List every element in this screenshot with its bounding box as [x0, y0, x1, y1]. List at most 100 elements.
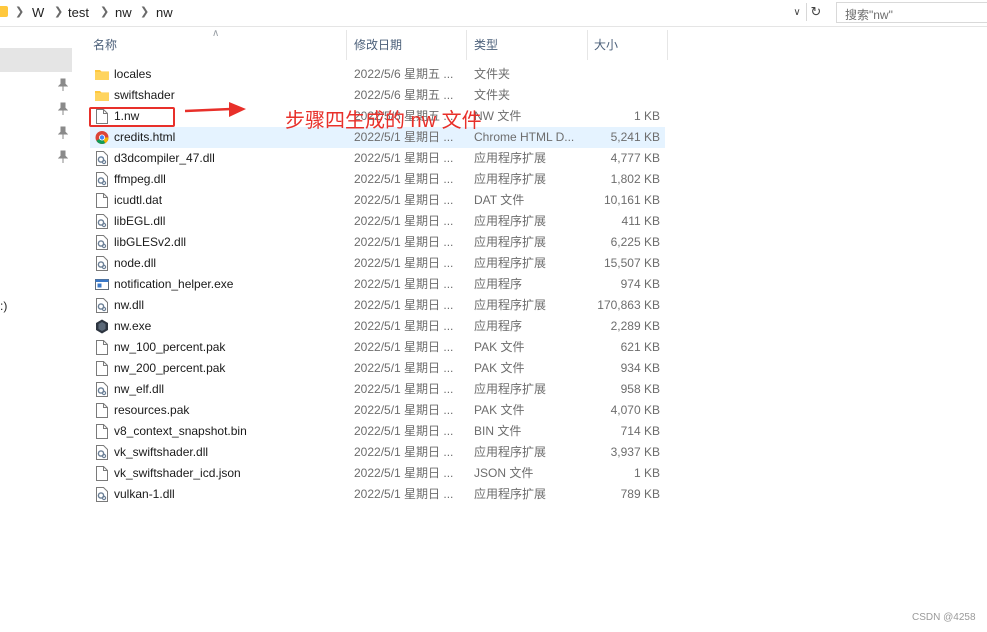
- file-name[interactable]: notification_helper.exe: [114, 274, 346, 295]
- file-name[interactable]: node.dll: [114, 253, 346, 274]
- column-divider[interactable]: [466, 30, 467, 60]
- file-row[interactable]: node.dll 2022/5/1 星期日 ... 应用程序扩展 15,507 KB: [90, 253, 665, 274]
- chevron-right-icon[interactable]: ❯: [140, 5, 149, 18]
- nw-exe-icon: [96, 319, 108, 334]
- file-name[interactable]: v8_context_snapshot.bin: [114, 421, 346, 442]
- column-divider[interactable]: [667, 30, 668, 60]
- file-name[interactable]: libEGL.dll: [114, 211, 346, 232]
- file-date: 2022/5/6 星期五 ...: [354, 67, 454, 81]
- file-type: 文件夹: [474, 88, 511, 102]
- column-divider[interactable]: [346, 30, 347, 60]
- file-row[interactable]: d3dcompiler_47.dll 2022/5/1 星期日 ... 应用程序扩展…: [90, 148, 665, 169]
- file-type: NW 文件: [474, 109, 522, 123]
- file-row[interactable]: libGLESv2.dll 2022/5/1 星期日 ... 应用程序扩展 6,225…: [90, 232, 665, 253]
- file-name[interactable]: ffmpeg.dll: [114, 169, 346, 190]
- file-name[interactable]: vk_swiftshader_icd.json: [114, 463, 346, 484]
- pin-icon[interactable]: [58, 126, 68, 140]
- file-icon: [96, 424, 108, 439]
- annotation-arrow-icon: [185, 102, 246, 117]
- file-name[interactable]: nw_100_percent.pak: [114, 337, 346, 358]
- file-row[interactable]: icudtl.dat 2022/5/1 星期日 ... DAT 文件 10,161 K…: [90, 190, 665, 211]
- file-name[interactable]: nw.exe: [114, 316, 346, 337]
- file-date: 2022/5/1 星期日 ...: [354, 382, 454, 396]
- file-name[interactable]: d3dcompiler_47.dll: [114, 148, 346, 169]
- dll-icon: [96, 382, 108, 397]
- column-divider[interactable]: [587, 30, 588, 60]
- file-row[interactable]: resources.pak 2022/5/1 星期日 ... PAK 文件 4,070…: [90, 400, 665, 421]
- navigation-pane: :): [0, 26, 74, 632]
- file-row[interactable]: vk_swiftshader_icd.json 2022/5/1 星期日 ... J…: [90, 463, 665, 484]
- file-type: 应用程序扩展: [474, 172, 547, 186]
- file-name[interactable]: nw_200_percent.pak: [114, 358, 346, 379]
- sort-ascending-icon: ∧: [212, 28, 220, 39]
- file-icon: [96, 340, 108, 355]
- file-row[interactable]: locales 2022/5/6 星期五 ... 文件夹: [90, 64, 665, 85]
- column-header-name[interactable]: 名称: [93, 30, 117, 60]
- column-header-type[interactable]: 类型: [474, 30, 498, 60]
- dll-icon: [96, 487, 108, 502]
- file-date: 2022/5/1 星期日 ...: [354, 487, 454, 501]
- file-date: 2022/5/1 星期日 ...: [354, 424, 454, 438]
- file-name[interactable]: nw.dll: [114, 295, 346, 316]
- chevron-right-icon[interactable]: ❯: [54, 5, 63, 18]
- file-type: 应用程序扩展: [474, 298, 547, 312]
- breadcrumb-w[interactable]: W: [32, 5, 44, 20]
- exe-window-icon: [95, 279, 109, 290]
- file-size: 789 KB: [620, 487, 660, 501]
- chevron-right-icon[interactable]: ❯: [100, 5, 109, 18]
- file-size: 170,863 KB: [597, 298, 660, 312]
- file-row[interactable]: v8_context_snapshot.bin 2022/5/1 星期日 ... B…: [90, 421, 665, 442]
- file-type: 应用程序扩展: [474, 445, 547, 459]
- dll-icon: [96, 256, 108, 271]
- file-name[interactable]: libGLESv2.dll: [114, 232, 346, 253]
- dll-icon: [96, 214, 108, 229]
- folder-icon: [95, 70, 109, 80]
- file-type: 应用程序: [474, 277, 523, 291]
- nav-selected-item[interactable]: [0, 48, 72, 72]
- file-row[interactable]: vulkan-1.dll 2022/5/1 星期日 ... 应用程序扩展 789 KB: [90, 484, 665, 505]
- file-size: 15,507 KB: [603, 256, 660, 270]
- chevron-down-icon[interactable]: ∨: [790, 4, 804, 22]
- file-name[interactable]: locales: [114, 64, 346, 85]
- dll-icon: [96, 151, 108, 166]
- file-date: 2022/5/1 星期日 ...: [354, 172, 454, 186]
- file-date: 2022/5/6 星期五 ...: [354, 88, 454, 102]
- file-name[interactable]: vulkan-1.dll: [114, 484, 346, 505]
- file-row[interactable]: nw_100_percent.pak 2022/5/1 星期日 ... PAK 文件…: [90, 337, 665, 358]
- file-row[interactable]: swiftshader 2022/5/6 星期五 ... 文件夹: [90, 85, 665, 106]
- file-type: 应用程序扩展: [474, 382, 547, 396]
- file-row[interactable]: nw.exe 2022/5/1 星期日 ... 应用程序 2,289 KB: [90, 316, 665, 337]
- file-type: PAK 文件: [474, 340, 525, 354]
- file-name[interactable]: nw_elf.dll: [114, 379, 346, 400]
- file-date: 2022/5/1 星期日 ...: [354, 298, 454, 312]
- file-type: 应用程序扩展: [474, 235, 547, 249]
- file-date: 2022/5/1 星期日 ...: [354, 214, 454, 228]
- dll-icon: [96, 172, 108, 187]
- dll-icon: [96, 298, 108, 313]
- chevron-right-icon[interactable]: ❯: [15, 5, 24, 18]
- breadcrumb-test[interactable]: test: [68, 5, 89, 20]
- file-name[interactable]: resources.pak: [114, 400, 346, 421]
- file-row[interactable]: nw.dll 2022/5/1 星期日 ... 应用程序扩展 170,863 KB: [90, 295, 665, 316]
- column-header-size[interactable]: 大小: [594, 30, 618, 60]
- file-row[interactable]: ffmpeg.dll 2022/5/1 星期日 ... 应用程序扩展 1,802 KB: [90, 169, 665, 190]
- file-row[interactable]: notification_helper.exe 2022/5/1 星期日 ... 应…: [90, 274, 665, 295]
- search-input[interactable]: 搜索"nw": [836, 2, 987, 23]
- file-name[interactable]: icudtl.dat: [114, 190, 346, 211]
- file-date: 2022/5/1 星期日 ...: [354, 277, 454, 291]
- file-row[interactable]: nw_elf.dll 2022/5/1 星期日 ... 应用程序扩展 958 KB: [90, 379, 665, 400]
- pin-icon[interactable]: [58, 150, 68, 164]
- breadcrumb-nw-current[interactable]: nw: [156, 5, 173, 20]
- file-row[interactable]: libEGL.dll 2022/5/1 星期日 ... 应用程序扩展 411 KB: [90, 211, 665, 232]
- pin-icon[interactable]: [58, 78, 68, 92]
- file-row[interactable]: nw_200_percent.pak 2022/5/1 星期日 ... PAK 文件…: [90, 358, 665, 379]
- folder-icon: [0, 6, 8, 17]
- pin-icon[interactable]: [58, 102, 68, 116]
- refresh-icon[interactable]: ↻: [806, 3, 825, 21]
- file-row[interactable]: vk_swiftshader.dll 2022/5/1 星期日 ... 应用程序扩展…: [90, 442, 665, 463]
- file-size: 4,070 KB: [610, 403, 660, 417]
- column-header-date[interactable]: 修改日期: [354, 30, 402, 60]
- nav-item-label[interactable]: :): [0, 299, 7, 313]
- breadcrumb-nw[interactable]: nw: [115, 5, 132, 20]
- file-name[interactable]: vk_swiftshader.dll: [114, 442, 346, 463]
